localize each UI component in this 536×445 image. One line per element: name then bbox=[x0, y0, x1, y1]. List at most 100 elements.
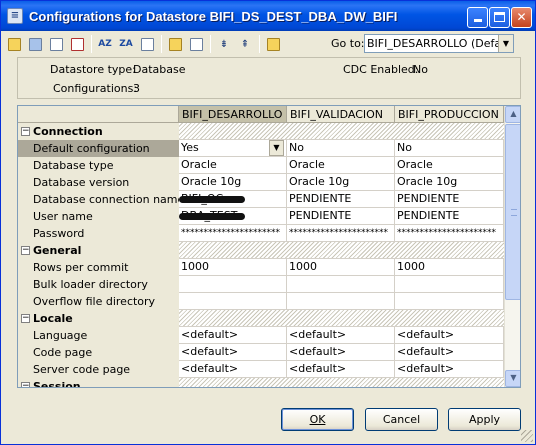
cell-validacion-password[interactable]: ********************** bbox=[287, 225, 395, 242]
title-bar[interactable]: ≡ Configurations for Datastore BIFI_DS_D… bbox=[1, 1, 535, 31]
rename-configuration-button[interactable] bbox=[47, 35, 65, 53]
collapse-section-icon[interactable]: − bbox=[21, 127, 30, 136]
section-connection[interactable]: − Connection bbox=[18, 123, 504, 140]
cell-validacion-rows-per-commit[interactable]: 1000 bbox=[287, 259, 395, 276]
column-header-bifi-validacion[interactable]: BIFI_VALIDACION bbox=[287, 106, 395, 123]
cell-validacion-user-name[interactable]: PENDIENTE bbox=[287, 208, 395, 225]
new-configuration-button[interactable] bbox=[5, 35, 23, 53]
delete-configuration-button[interactable] bbox=[68, 35, 86, 53]
chevron-up-icon: ▲ bbox=[510, 109, 517, 118]
cell-desarrollo-language[interactable]: <default> bbox=[179, 327, 287, 344]
cell-validacion-default-configuration[interactable]: No bbox=[287, 140, 395, 157]
cell-produccion-server-code-page[interactable]: <default> bbox=[395, 361, 504, 378]
cell-validacion-database-type[interactable]: Oracle bbox=[287, 157, 395, 174]
create-alias-button[interactable] bbox=[187, 35, 205, 53]
cell-produccion-language[interactable]: <default> bbox=[395, 327, 504, 344]
expand-icon: ⇟ bbox=[219, 38, 229, 50]
document-icon bbox=[266, 37, 280, 51]
cell-desarrollo-overflow-file-directory[interactable] bbox=[179, 293, 287, 310]
sort-ascending-button[interactable]: AZ bbox=[96, 35, 114, 53]
column-header-bifi-produccion[interactable]: BIFI_PRODUCCION bbox=[395, 106, 504, 123]
column-header-bifi-desarrollo[interactable]: BIFI_DESARROLLO bbox=[179, 106, 287, 123]
collapse-section-icon[interactable]: − bbox=[21, 246, 30, 255]
chevron-down-icon[interactable]: ▼ bbox=[269, 140, 284, 156]
cell-desarrollo-bulk-loader-directory[interactable] bbox=[179, 276, 287, 293]
section-label: − General bbox=[18, 242, 179, 259]
grip-icon bbox=[511, 209, 517, 216]
section-locale[interactable]: − Locale bbox=[18, 310, 504, 327]
cell-validacion-database-version[interactable]: Oracle 10g bbox=[287, 174, 395, 191]
cell-desarrollo-default-configuration[interactable]: Yes ▼ bbox=[179, 140, 287, 157]
cell-desarrollo-code-page[interactable]: <default> bbox=[179, 344, 287, 361]
cell-desarrollo-database-version[interactable]: Oracle 10g bbox=[179, 174, 287, 191]
cell-produccion-database-version[interactable]: Oracle 10g bbox=[395, 174, 504, 191]
cancel-button[interactable]: Cancel bbox=[365, 408, 438, 431]
minimize-button[interactable] bbox=[467, 7, 488, 28]
cell-produccion-bulk-loader-directory[interactable] bbox=[395, 276, 504, 293]
cell-desarrollo-user-name[interactable]: DBA_TEST bbox=[179, 208, 287, 225]
cell-produccion-rows-per-commit[interactable]: 1000 bbox=[395, 259, 504, 276]
expand-all-button[interactable]: ⇟ bbox=[215, 35, 233, 53]
duplicate-configuration-button[interactable] bbox=[26, 35, 44, 53]
row-label: Database type bbox=[33, 159, 114, 172]
cell-produccion-code-page[interactable]: <default> bbox=[395, 344, 504, 361]
scroll-down-button[interactable]: ▼ bbox=[505, 370, 520, 387]
set-default-button[interactable] bbox=[166, 35, 184, 53]
collapse-all-button[interactable]: ⇞ bbox=[236, 35, 254, 53]
cell-desarrollo-server-code-page[interactable]: <default> bbox=[179, 361, 287, 378]
collapse-section-icon[interactable]: − bbox=[21, 314, 30, 323]
row-default-configuration: Default configuration Yes ▼ No No bbox=[18, 140, 504, 157]
cell-produccion-user-name[interactable]: PENDIENTE bbox=[395, 208, 504, 225]
duplicate-icon bbox=[28, 37, 42, 51]
ok-button-label: OK bbox=[309, 413, 326, 426]
cell-validacion-server-code-page[interactable]: <default> bbox=[287, 361, 395, 378]
section-hatch bbox=[179, 310, 504, 327]
close-button[interactable]: ✕ bbox=[511, 7, 532, 28]
redaction-mark bbox=[179, 196, 245, 203]
scroll-up-button[interactable]: ▲ bbox=[505, 106, 520, 123]
apply-button[interactable]: Apply bbox=[448, 408, 521, 431]
row-server-code-page: Server code page <default> <default> <de… bbox=[18, 361, 504, 378]
cell-desarrollo-database-type[interactable]: Oracle bbox=[179, 157, 287, 174]
resize-grip-icon[interactable] bbox=[521, 430, 533, 442]
datastore-type-label: Datastore type: bbox=[50, 63, 136, 76]
cell-validacion-code-page[interactable]: <default> bbox=[287, 344, 395, 361]
cell-produccion-database-type[interactable]: Oracle bbox=[395, 157, 504, 174]
cell-validacion-db-connection-name[interactable]: PENDIENTE bbox=[287, 191, 395, 208]
cell-produccion-password[interactable]: ********************** bbox=[395, 225, 504, 242]
row-label: Database version bbox=[33, 176, 130, 189]
row-overflow-file-directory: Overflow file directory bbox=[18, 293, 504, 310]
cell-produccion-default-configuration[interactable]: No bbox=[395, 140, 504, 157]
configurations-grid: BIFI_DESARROLLO BIFI_VALIDACION BIFI_PRO… bbox=[17, 105, 521, 388]
row-label: Database connection name bbox=[33, 193, 179, 206]
section-connection-title: Connection bbox=[33, 125, 103, 138]
default-configuration-select-value: Yes bbox=[181, 141, 199, 154]
row-label: Overflow file directory bbox=[33, 295, 156, 308]
row-database-type: Database type Oracle Oracle Oracle bbox=[18, 157, 504, 174]
properties-button[interactable] bbox=[138, 35, 156, 53]
datastore-info-panel: Datastore type: Database CDC Enabled: No… bbox=[17, 57, 521, 99]
section-general[interactable]: − General bbox=[18, 242, 504, 259]
cell-produccion-overflow-file-directory[interactable] bbox=[395, 293, 504, 310]
cell-produccion-db-connection-name[interactable]: PENDIENTE bbox=[395, 191, 504, 208]
vertical-scrollbar[interactable]: ▲ ▼ bbox=[504, 106, 520, 387]
goto-select[interactable]: BIFI_DESARROLLO (Defau ▼ bbox=[364, 34, 514, 53]
cell-validacion-language[interactable]: <default> bbox=[287, 327, 395, 344]
chevron-down-icon[interactable]: ▼ bbox=[498, 35, 513, 52]
cell-validacion-bulk-loader-directory[interactable] bbox=[287, 276, 395, 293]
cell-validacion-overflow-file-directory[interactable] bbox=[287, 293, 395, 310]
maximize-button[interactable] bbox=[489, 7, 510, 28]
cell-desarrollo-db-connection-name[interactable]: BIFI_OC bbox=[179, 191, 287, 208]
section-hatch bbox=[179, 378, 504, 387]
section-label: − Connection bbox=[18, 123, 179, 140]
scrollbar-thumb[interactable] bbox=[505, 124, 520, 300]
section-session[interactable]: − Session bbox=[18, 378, 504, 387]
default-configuration-select[interactable]: Yes ▼ bbox=[179, 140, 284, 156]
view-options-button[interactable] bbox=[264, 35, 282, 53]
ok-button[interactable]: OK bbox=[281, 408, 354, 431]
sort-descending-button[interactable]: ZA bbox=[117, 35, 135, 53]
cell-desarrollo-password[interactable]: ********************** bbox=[179, 225, 287, 242]
cell-desarrollo-rows-per-commit[interactable]: 1000 bbox=[179, 259, 287, 276]
collapse-section-icon[interactable]: − bbox=[21, 382, 30, 387]
row-rows-per-commit: Rows per commit 1000 1000 1000 bbox=[18, 259, 504, 276]
